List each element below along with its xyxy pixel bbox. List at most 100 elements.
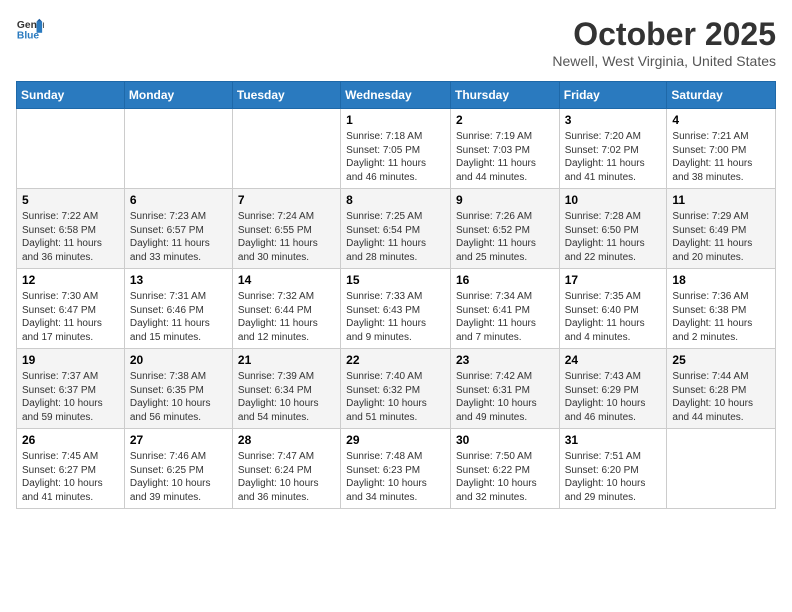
calendar-week-row: 26 Sunrise: 7:45 AM Sunset: 6:27 PM Dayli… bbox=[17, 429, 776, 509]
calendar-cell: 5 Sunrise: 7:22 AM Sunset: 6:58 PM Daylig… bbox=[17, 189, 125, 269]
weekday-header-monday: Monday bbox=[124, 82, 232, 109]
calendar-week-row: 5 Sunrise: 7:22 AM Sunset: 6:58 PM Daylig… bbox=[17, 189, 776, 269]
day-number: 28 bbox=[238, 433, 335, 447]
calendar-cell: 19 Sunrise: 7:37 AM Sunset: 6:37 PM Dayli… bbox=[17, 349, 125, 429]
day-data: Sunrise: 7:37 AM Sunset: 6:37 PM Dayligh… bbox=[22, 370, 119, 424]
day-data: Sunrise: 7:33 AM Sunset: 6:43 PM Dayligh… bbox=[346, 290, 445, 344]
weekday-header-friday: Friday bbox=[559, 82, 667, 109]
weekday-header-wednesday: Wednesday bbox=[341, 82, 451, 109]
day-data: Sunrise: 7:46 AM Sunset: 6:25 PM Dayligh… bbox=[130, 450, 227, 504]
day-number: 20 bbox=[130, 353, 227, 367]
calendar-cell: 25 Sunrise: 7:44 AM Sunset: 6:28 PM Dayli… bbox=[667, 349, 776, 429]
calendar-cell bbox=[17, 109, 125, 189]
calendar-cell: 29 Sunrise: 7:48 AM Sunset: 6:23 PM Dayli… bbox=[341, 429, 451, 509]
calendar-cell: 8 Sunrise: 7:25 AM Sunset: 6:54 PM Daylig… bbox=[341, 189, 451, 269]
day-number: 7 bbox=[238, 193, 335, 207]
svg-text:Blue: Blue bbox=[17, 30, 40, 41]
day-number: 8 bbox=[346, 193, 445, 207]
calendar-cell bbox=[124, 109, 232, 189]
day-number: 11 bbox=[672, 193, 770, 207]
weekday-header-saturday: Saturday bbox=[667, 82, 776, 109]
day-data: Sunrise: 7:18 AM Sunset: 7:05 PM Dayligh… bbox=[346, 130, 445, 184]
title-block: October 2025 Newell, West Virginia, Unit… bbox=[552, 16, 776, 69]
day-number: 23 bbox=[456, 353, 554, 367]
calendar-cell: 3 Sunrise: 7:20 AM Sunset: 7:02 PM Daylig… bbox=[559, 109, 667, 189]
day-number: 24 bbox=[565, 353, 662, 367]
day-number: 18 bbox=[672, 273, 770, 287]
day-number: 9 bbox=[456, 193, 554, 207]
calendar-week-row: 1Sunrise: 7:18 AM Sunset: 7:05 PM Daylig… bbox=[17, 109, 776, 189]
day-data: Sunrise: 7:39 AM Sunset: 6:34 PM Dayligh… bbox=[238, 370, 335, 424]
day-number: 16 bbox=[456, 273, 554, 287]
day-number: 27 bbox=[130, 433, 227, 447]
day-data: Sunrise: 7:29 AM Sunset: 6:49 PM Dayligh… bbox=[672, 210, 770, 264]
calendar-cell: 13Sunrise: 7:31 AM Sunset: 6:46 PM Dayli… bbox=[124, 269, 232, 349]
day-data: Sunrise: 7:32 AM Sunset: 6:44 PM Dayligh… bbox=[238, 290, 335, 344]
calendar-cell: 14 Sunrise: 7:32 AM Sunset: 6:44 PM Dayli… bbox=[232, 269, 340, 349]
day-data: Sunrise: 7:24 AM Sunset: 6:55 PM Dayligh… bbox=[238, 210, 335, 264]
day-data: Sunrise: 7:20 AM Sunset: 7:02 PM Dayligh… bbox=[565, 130, 662, 184]
day-number: 12 bbox=[22, 273, 119, 287]
calendar-cell: 20 Sunrise: 7:38 AM Sunset: 6:35 PM Dayli… bbox=[124, 349, 232, 429]
calendar-cell: 7 Sunrise: 7:24 AM Sunset: 6:55 PM Daylig… bbox=[232, 189, 340, 269]
calendar-cell: 10Sunrise: 7:28 AM Sunset: 6:50 PM Dayli… bbox=[559, 189, 667, 269]
day-data: Sunrise: 7:22 AM Sunset: 6:58 PM Dayligh… bbox=[22, 210, 119, 264]
weekday-header-thursday: Thursday bbox=[450, 82, 559, 109]
day-data: Sunrise: 7:44 AM Sunset: 6:28 PM Dayligh… bbox=[672, 370, 770, 424]
calendar-cell: 12 Sunrise: 7:30 AM Sunset: 6:47 PM Dayli… bbox=[17, 269, 125, 349]
calendar-subtitle: Newell, West Virginia, United States bbox=[552, 53, 776, 69]
day-data: Sunrise: 7:23 AM Sunset: 6:57 PM Dayligh… bbox=[130, 210, 227, 264]
day-number: 29 bbox=[346, 433, 445, 447]
day-number: 25 bbox=[672, 353, 770, 367]
day-number: 14 bbox=[238, 273, 335, 287]
logo: General Blue bbox=[16, 16, 44, 44]
day-data: Sunrise: 7:38 AM Sunset: 6:35 PM Dayligh… bbox=[130, 370, 227, 424]
day-number: 30 bbox=[456, 433, 554, 447]
weekday-header-row: SundayMondayTuesdayWednesdayThursdayFrid… bbox=[17, 82, 776, 109]
calendar-cell: 16Sunrise: 7:34 AM Sunset: 6:41 PM Dayli… bbox=[450, 269, 559, 349]
calendar-cell: 4Sunrise: 7:21 AM Sunset: 7:00 PM Daylig… bbox=[667, 109, 776, 189]
day-number: 22 bbox=[346, 353, 445, 367]
calendar-cell: 6 Sunrise: 7:23 AM Sunset: 6:57 PM Daylig… bbox=[124, 189, 232, 269]
logo-icon: General Blue bbox=[16, 16, 44, 44]
day-number: 31 bbox=[565, 433, 662, 447]
day-data: Sunrise: 7:25 AM Sunset: 6:54 PM Dayligh… bbox=[346, 210, 445, 264]
calendar-cell: 26 Sunrise: 7:45 AM Sunset: 6:27 PM Dayli… bbox=[17, 429, 125, 509]
calendar-cell: 28Sunrise: 7:47 AM Sunset: 6:24 PM Dayli… bbox=[232, 429, 340, 509]
day-data: Sunrise: 7:42 AM Sunset: 6:31 PM Dayligh… bbox=[456, 370, 554, 424]
calendar-cell: 22Sunrise: 7:40 AM Sunset: 6:32 PM Dayli… bbox=[341, 349, 451, 429]
day-number: 26 bbox=[22, 433, 119, 447]
weekday-header-sunday: Sunday bbox=[17, 82, 125, 109]
calendar-cell: 1Sunrise: 7:18 AM Sunset: 7:05 PM Daylig… bbox=[341, 109, 451, 189]
calendar-cell: 11 Sunrise: 7:29 AM Sunset: 6:49 PM Dayli… bbox=[667, 189, 776, 269]
day-data: Sunrise: 7:30 AM Sunset: 6:47 PM Dayligh… bbox=[22, 290, 119, 344]
calendar-cell: 15Sunrise: 7:33 AM Sunset: 6:43 PM Dayli… bbox=[341, 269, 451, 349]
day-data: Sunrise: 7:26 AM Sunset: 6:52 PM Dayligh… bbox=[456, 210, 554, 264]
calendar-cell: 27 Sunrise: 7:46 AM Sunset: 6:25 PM Dayli… bbox=[124, 429, 232, 509]
day-data: Sunrise: 7:48 AM Sunset: 6:23 PM Dayligh… bbox=[346, 450, 445, 504]
day-number: 21 bbox=[238, 353, 335, 367]
day-data: Sunrise: 7:35 AM Sunset: 6:40 PM Dayligh… bbox=[565, 290, 662, 344]
calendar-cell: 9 Sunrise: 7:26 AM Sunset: 6:52 PM Daylig… bbox=[450, 189, 559, 269]
day-data: Sunrise: 7:43 AM Sunset: 6:29 PM Dayligh… bbox=[565, 370, 662, 424]
page-header: General Blue October 2025 Newell, West V… bbox=[16, 16, 776, 69]
day-data: Sunrise: 7:21 AM Sunset: 7:00 PM Dayligh… bbox=[672, 130, 770, 184]
day-data: Sunrise: 7:51 AM Sunset: 6:20 PM Dayligh… bbox=[565, 450, 662, 504]
day-number: 10 bbox=[565, 193, 662, 207]
day-number: 5 bbox=[22, 193, 119, 207]
weekday-header-tuesday: Tuesday bbox=[232, 82, 340, 109]
day-number: 6 bbox=[130, 193, 227, 207]
calendar-cell bbox=[232, 109, 340, 189]
calendar-table: SundayMondayTuesdayWednesdayThursdayFrid… bbox=[16, 81, 776, 509]
calendar-week-row: 12 Sunrise: 7:30 AM Sunset: 6:47 PM Dayli… bbox=[17, 269, 776, 349]
day-data: Sunrise: 7:45 AM Sunset: 6:27 PM Dayligh… bbox=[22, 450, 119, 504]
calendar-cell: 17Sunrise: 7:35 AM Sunset: 6:40 PM Dayli… bbox=[559, 269, 667, 349]
calendar-week-row: 19 Sunrise: 7:37 AM Sunset: 6:37 PM Dayli… bbox=[17, 349, 776, 429]
day-number: 3 bbox=[565, 113, 662, 127]
calendar-cell: 2Sunrise: 7:19 AM Sunset: 7:03 PM Daylig… bbox=[450, 109, 559, 189]
day-number: 19 bbox=[22, 353, 119, 367]
calendar-cell: 18 Sunrise: 7:36 AM Sunset: 6:38 PM Dayli… bbox=[667, 269, 776, 349]
calendar-title: October 2025 bbox=[552, 16, 776, 53]
day-data: Sunrise: 7:36 AM Sunset: 6:38 PM Dayligh… bbox=[672, 290, 770, 344]
calendar-cell: 21 Sunrise: 7:39 AM Sunset: 6:34 PM Dayli… bbox=[232, 349, 340, 429]
